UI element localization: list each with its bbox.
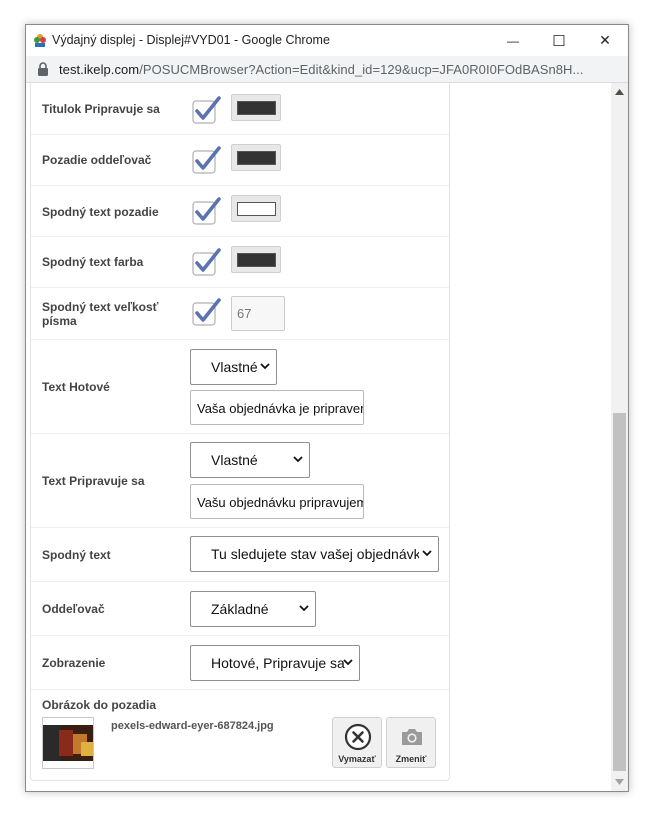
field-label: Text Hotové xyxy=(42,380,110,394)
color-swatch xyxy=(237,202,276,216)
color-picker-button[interactable] xyxy=(231,94,281,121)
url-host: test.ikelp.com xyxy=(59,62,140,77)
oddelovac-select[interactable]: Základné xyxy=(190,591,316,627)
field-label: Pozadie oddeľovač xyxy=(42,153,152,167)
form-row-text-pripravuje: Text Pripravuje sa Vlastné Vašu objednáv… xyxy=(31,434,449,528)
scrollbar-thumb[interactable] xyxy=(613,413,626,771)
field-label: Spodný text veľkosť písma xyxy=(42,300,159,328)
form-row-titulok-pripravuje: Titulok Pripravuje sa xyxy=(31,83,449,135)
field-label: Titulok Pripravuje sa xyxy=(42,102,160,116)
background-image-filename: pexels-edward-eyer-687824.jpg xyxy=(111,720,274,732)
background-image-thumbnail xyxy=(42,717,94,769)
field-label: Spodný text pozadie xyxy=(42,205,159,219)
image-thumbnail-icon xyxy=(43,718,93,768)
camera-icon xyxy=(402,729,422,745)
window-title: Výdajný displej - Displej#VYD01 - Google… xyxy=(52,33,330,47)
close-button[interactable]: ✕ xyxy=(582,25,628,56)
spodny-text-select[interactable]: Tu sledujete stav vašej objednávky xyxy=(190,536,439,572)
maximize-button[interactable]: ☐ xyxy=(536,25,582,56)
form-row-pozadie-oddelovac: Pozadie oddeľovač xyxy=(31,135,449,186)
app-icon xyxy=(34,34,46,47)
chevron-down-icon xyxy=(260,363,270,370)
chevron-down-icon xyxy=(293,456,303,463)
delete-label: Vymazať xyxy=(338,754,376,764)
maximize-icon: ☐ xyxy=(552,32,566,50)
color-swatch xyxy=(237,151,276,165)
close-icon: ✕ xyxy=(599,32,611,48)
scroll-up-icon[interactable] xyxy=(615,89,624,95)
color-picker-button[interactable] xyxy=(231,246,281,273)
checkbox-checked-icon[interactable] xyxy=(192,197,222,225)
minimize-icon: — xyxy=(507,33,519,48)
checkbox-checked-icon[interactable] xyxy=(192,96,222,124)
color-swatch xyxy=(237,253,276,267)
chevron-down-icon xyxy=(299,605,309,612)
url-text[interactable]: test.ikelp.com/POSUCMBrowser?Action=Edit… xyxy=(59,62,583,77)
color-picker-button[interactable] xyxy=(231,195,281,222)
field-label: Text Pripravuje sa xyxy=(42,474,145,488)
select-value: Hotové, Pripravuje sa xyxy=(211,655,345,671)
change-image-button[interactable]: Zmeniť xyxy=(386,717,436,768)
text-hotove-select[interactable]: Vlastné xyxy=(190,349,277,385)
chevron-down-icon xyxy=(422,550,432,557)
text-hotove-input[interactable]: Vaša objednávka je pripravená xyxy=(190,390,364,425)
lock-icon xyxy=(38,62,48,76)
checkbox-checked-icon[interactable] xyxy=(192,298,222,326)
checkbox-checked-icon[interactable] xyxy=(192,248,222,276)
delete-image-button[interactable]: Vymazať xyxy=(332,717,382,768)
settings-form: Titulok Pripravuje sa Pozadie oddeľovač xyxy=(30,83,450,781)
checkbox-checked-icon[interactable] xyxy=(192,146,222,174)
form-row-background-image: Obrázok do pozadia pexels-edward-eyer-68… xyxy=(31,690,449,781)
select-value: Tu sledujete stav vašej objednávky xyxy=(211,546,419,562)
change-label: Zmeniť xyxy=(395,754,427,764)
form-row-spodny-text: Spodný text Tu sledujete stav vašej obje… xyxy=(31,528,449,582)
title-bar: Výdajný displej - Displej#VYD01 - Google… xyxy=(26,25,628,56)
field-label: Oddeľovač xyxy=(42,602,105,616)
text-pripravuje-input[interactable]: Vašu objednávku pripravujeme xyxy=(190,484,364,519)
minimize-button[interactable]: — xyxy=(490,25,536,56)
form-row-zobrazenie: Zobrazenie Hotové, Pripravuje sa xyxy=(31,636,449,690)
field-label: Obrázok do pozadia xyxy=(42,698,157,712)
form-row-spodny-text-velkost: Spodný text veľkosť písma 67 xyxy=(31,288,449,340)
select-value: Vlastné xyxy=(211,452,258,468)
chevron-down-icon xyxy=(343,659,353,666)
form-row-spodny-text-farba: Spodný text farba xyxy=(31,237,449,288)
color-swatch xyxy=(237,101,276,115)
select-value: Základné xyxy=(211,601,269,617)
color-picker-button[interactable] xyxy=(231,144,281,171)
scroll-down-icon[interactable] xyxy=(615,779,624,785)
field-label: Zobrazenie xyxy=(42,656,106,670)
form-row-oddelovac: Oddeľovač Základné xyxy=(31,582,449,636)
browser-window: Výdajný displej - Displej#VYD01 - Google… xyxy=(25,24,629,792)
address-bar[interactable]: test.ikelp.com/POSUCMBrowser?Action=Edit… xyxy=(26,56,628,83)
form-row-spodny-text-pozadie: Spodný text pozadie xyxy=(31,186,449,237)
select-value: Vlastné xyxy=(211,359,258,375)
form-row-text-hotove: Text Hotové Vlastné Vaša objednávka je p… xyxy=(31,340,449,434)
url-path: /POSUCMBrowser?Action=Edit&kind_id=129&u… xyxy=(139,62,584,77)
vertical-scrollbar[interactable] xyxy=(611,83,628,791)
delete-circle-icon xyxy=(344,723,372,751)
page-viewport: Titulok Pripravuje sa Pozadie oddeľovač xyxy=(26,83,628,791)
field-label: Spodný text farba xyxy=(42,255,144,269)
text-pripravuje-select[interactable]: Vlastné xyxy=(190,442,310,478)
field-label: Spodný text xyxy=(42,548,111,562)
zobrazenie-select[interactable]: Hotové, Pripravuje sa xyxy=(190,645,360,681)
font-size-input[interactable]: 67 xyxy=(231,296,285,331)
